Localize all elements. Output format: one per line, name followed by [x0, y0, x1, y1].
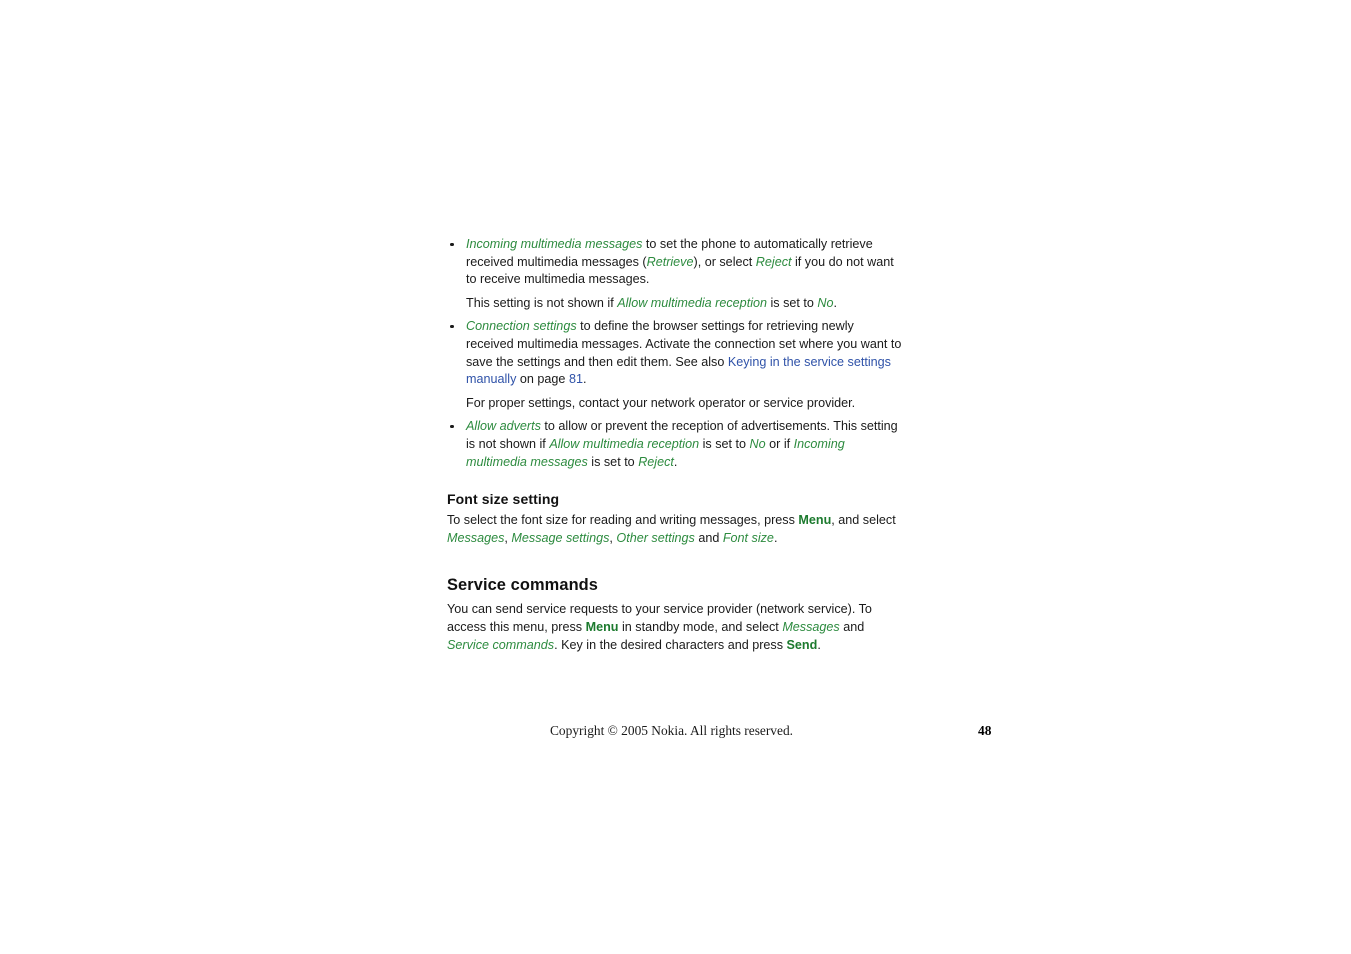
page-number: 48: [978, 723, 992, 738]
list-item: Allow adverts to allow or prevent the re…: [447, 418, 902, 471]
body-text-run: on page: [516, 372, 569, 387]
menu-item-text: No: [749, 436, 766, 451]
menu-item-text: Incoming multimedia messages: [466, 237, 643, 251]
menu-item-text: Messages: [447, 530, 505, 545]
bullet-text: Allow adverts to allow or prevent the re…: [466, 418, 902, 471]
menu-item-text: Messages: [782, 619, 840, 634]
body-text-run: .: [582, 372, 587, 387]
menu-item-text: Allow adverts: [466, 419, 541, 434]
bullet-dot-icon: [450, 424, 454, 429]
softkey-label-text: Menu: [798, 513, 832, 528]
bullet-dot-icon: [450, 242, 454, 247]
bullet-followup-text: For proper settings, contact your networ…: [466, 395, 902, 413]
heading-service-commands: Service commands: [447, 576, 599, 595]
bullet-text: Connection settings to define the browse…: [466, 318, 902, 388]
list-item: Connection settings to define the browse…: [447, 318, 902, 412]
font-size-setting-body: To select the font size for reading and …: [447, 512, 902, 547]
body-text-run: .: [673, 454, 678, 469]
bullet-text: Incoming multimedia messages to set the …: [466, 236, 902, 289]
menu-item-text: Font size: [722, 530, 774, 545]
body-text-run: ), or select: [693, 254, 756, 269]
menu-item-text: Allow multimedia reception: [549, 436, 700, 451]
body-text-run: in standby mode, and select: [618, 619, 783, 634]
body-text-run: .: [817, 637, 821, 652]
body-text-run: and: [694, 530, 723, 545]
body-text-run: or if: [765, 436, 794, 451]
copyright-notice: Copyright © 2005 Nokia. All rights reser…: [550, 723, 793, 738]
body-text-run: and: [839, 619, 865, 634]
body-text-run: . Key in the desired characters and pres…: [554, 637, 787, 652]
body-text-run: To select the font size for reading and …: [447, 513, 799, 528]
body-text-run: This setting is not shown if: [466, 295, 618, 310]
list-item: Incoming multimedia messages to set the …: [447, 236, 902, 312]
body-text-run: .: [833, 295, 838, 310]
menu-item-text: Retrieve: [646, 254, 694, 269]
menu-item-text: Message settings: [511, 530, 610, 545]
body-text-run: is set to: [767, 295, 818, 310]
menu-item-text: Allow multimedia reception: [617, 295, 767, 310]
softkey-label-text: Send: [786, 637, 818, 652]
bullet-followup-text: This setting is not shown if Allow multi…: [466, 295, 902, 313]
page-footer: Copyright © 2005 Nokia. All rights reser…: [0, 722, 1351, 742]
cross-reference-link[interactable]: 81: [569, 372, 583, 386]
menu-item-text: No: [817, 295, 834, 310]
body-text-run: is set to: [587, 454, 639, 469]
menu-item-text: Connection settings: [466, 319, 577, 334]
menu-item-text: Other settings: [616, 530, 695, 545]
body-text-run: , and select: [831, 513, 896, 528]
body-text-run: .: [773, 530, 778, 545]
page-content: Incoming multimedia messages to set the …: [447, 236, 902, 654]
menu-item-text: Reject: [638, 454, 674, 469]
body-text-run: is set to: [699, 436, 750, 451]
bullet-dot-icon: [450, 324, 454, 329]
service-commands-body: You can send service requests to your se…: [447, 601, 902, 654]
document-page: Incoming multimedia messages to set the …: [0, 0, 1351, 954]
body-text-run: For proper settings, contact your networ…: [466, 395, 856, 410]
heading-font-size-setting: Font size setting: [447, 491, 560, 508]
settings-bullet-list: Incoming multimedia messages to set the …: [447, 236, 902, 471]
menu-item-text: Reject: [755, 254, 792, 269]
softkey-label-text: Menu: [585, 619, 619, 634]
menu-item-text: Service commands: [447, 637, 555, 652]
